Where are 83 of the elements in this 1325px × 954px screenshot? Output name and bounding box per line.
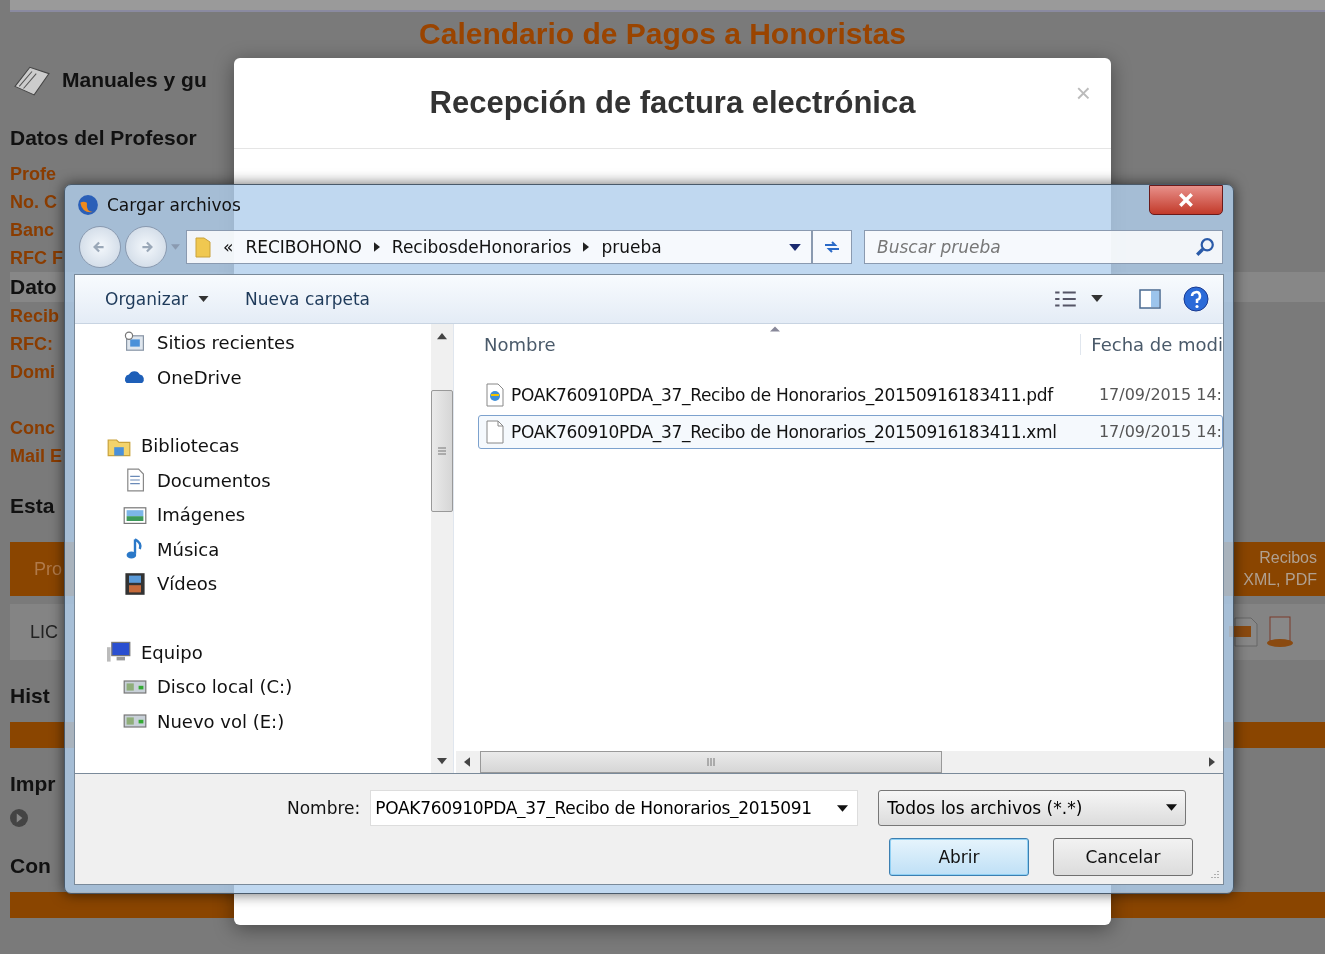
cancel-button[interactable]: Cancelar <box>1053 837 1193 876</box>
open-button[interactable]: Abrir <box>889 837 1029 876</box>
field-label: Profe <box>10 163 56 185</box>
nav-item[interactable]: Vídeos <box>75 566 218 602</box>
file-name: POAK760910PDA_37_Recibo de Honorarios_20150916183411.xml <box>511 421 1057 442</box>
breadcrumb-item[interactable]: RecibosdeHonorarios <box>391 237 572 258</box>
file-date: 17/09/2015 14: <box>1098 422 1222 442</box>
filename-field[interactable]: POAK760910PDA_37_Recibo de Honorarios_2015091 <box>370 789 859 826</box>
nav-item[interactable]: OneDrive <box>75 360 242 395</box>
refresh-button[interactable] <box>812 230 852 265</box>
caret-icon[interactable] <box>789 243 801 251</box>
nav-item[interactable]: Bibliotecas <box>75 428 240 464</box>
filename-label: Nombre: <box>287 797 361 818</box>
file-name: POAK760910PDA_37_Recibo de Honorarios_20150916183411.pdf <box>511 384 1053 405</box>
nav-item[interactable]: Equipo <box>75 635 203 670</box>
nav-item[interactable]: Música <box>75 532 220 567</box>
caret-icon[interactable] <box>837 804 849 812</box>
search-field[interactable]: Buscar prueba <box>864 230 1223 265</box>
caret-icon <box>1166 804 1178 812</box>
grip-lines-icon <box>438 446 446 455</box>
web-document-icon <box>485 382 505 407</box>
field-label: Mail E <box>10 445 62 467</box>
section-heading: Hist <box>10 684 50 708</box>
column-header: Pro <box>34 558 62 580</box>
close-button[interactable] <box>1149 185 1223 215</box>
computer-icon <box>107 640 131 665</box>
column-header[interactable]: Nombre <box>478 334 556 356</box>
chevron-right-icon[interactable] <box>583 242 590 253</box>
scroll-left-icon[interactable] <box>464 756 470 767</box>
breadcrumb-item[interactable]: prueba <box>601 237 662 258</box>
file-type-dropdown[interactable]: Todos los archivos (*.*) <box>878 789 1187 826</box>
browser-logo-icon <box>77 193 99 216</box>
caret-icon <box>198 295 210 302</box>
field-label: Domi <box>10 361 55 383</box>
file-row[interactable]: POAK760910PDA_37_Recibo de Honorarios_20150916183411.pdf 17/09/2015 14: <box>478 377 1223 412</box>
film-icon <box>123 571 147 596</box>
column-header: XML, PDF <box>1243 570 1317 590</box>
close-icon <box>1178 193 1194 207</box>
section-heading: Con <box>10 854 51 878</box>
resize-grip-icon[interactable] <box>1209 870 1219 880</box>
folder-icon <box>195 235 211 260</box>
help-icon[interactable] <box>1183 285 1209 312</box>
file-date: 17/09/2015 14: <box>1098 385 1222 405</box>
field-label: Conc <box>10 417 55 439</box>
scrollbar[interactable] <box>431 323 453 773</box>
field-label: Recib <box>10 305 60 327</box>
field-label: RFC: <box>10 333 53 355</box>
preview-pane-icon[interactable] <box>1137 287 1163 310</box>
nav-item[interactable]: Nuevo vol (E:) <box>75 704 285 739</box>
table-cell: LIC <box>30 621 58 643</box>
dialog-title: Cargar archivos <box>107 194 241 215</box>
file-row[interactable]: POAK760910PDA_37_Recibo de Honorarios_20150916183411.xml 17/09/2015 14: <box>478 414 1223 449</box>
scroll-up-icon[interactable] <box>437 331 447 340</box>
section-heading: Esta <box>10 494 55 518</box>
blank-file-icon <box>485 419 505 444</box>
scroll-right-icon[interactable] <box>1209 756 1215 767</box>
nav-item[interactable]: Disco local (C:) <box>75 669 293 705</box>
nav-item[interactable]: Documentos <box>75 463 271 498</box>
column-header: Recibos <box>1259 548 1317 568</box>
section-heading: Dato <box>10 275 57 299</box>
field-label: Banc <box>10 219 54 241</box>
manuals-link[interactable]: Manuales y gu <box>62 68 207 92</box>
organize-menu[interactable]: Organizar <box>97 284 218 313</box>
new-folder-button[interactable]: Nueva carpeta <box>237 284 379 313</box>
field-label: RFC F <box>10 247 63 269</box>
caret-icon[interactable] <box>1091 295 1103 303</box>
search-icon <box>1195 237 1215 258</box>
chevron-right-icon[interactable] <box>373 242 380 253</box>
section-heading: Datos del Profesor <box>10 126 197 150</box>
section-heading: Impr <box>10 772 56 796</box>
column-header[interactable]: Fecha de modi <box>1080 334 1223 356</box>
address-bar[interactable]: « RECIBOHONO RecibosdeHonorarios prueba <box>186 230 812 265</box>
grip-lines-icon <box>707 757 715 766</box>
page-title: Calendario de Pagos a Honoristas <box>418 16 907 52</box>
field-label: No. C <box>10 191 57 213</box>
nav-item[interactable]: Imágenes <box>75 497 246 533</box>
modal-title: Recepción de factura electrónica <box>429 85 916 121</box>
arrow-circle-icon[interactable] <box>10 809 28 827</box>
breadcrumb-item[interactable]: « <box>223 237 234 258</box>
scroll-down-icon[interactable] <box>437 756 447 765</box>
scrollbar[interactable] <box>456 750 1223 773</box>
nav-item[interactable]: Sitios recientes <box>75 325 295 361</box>
breadcrumb-item[interactable]: RECIBOHONO <box>245 237 362 258</box>
